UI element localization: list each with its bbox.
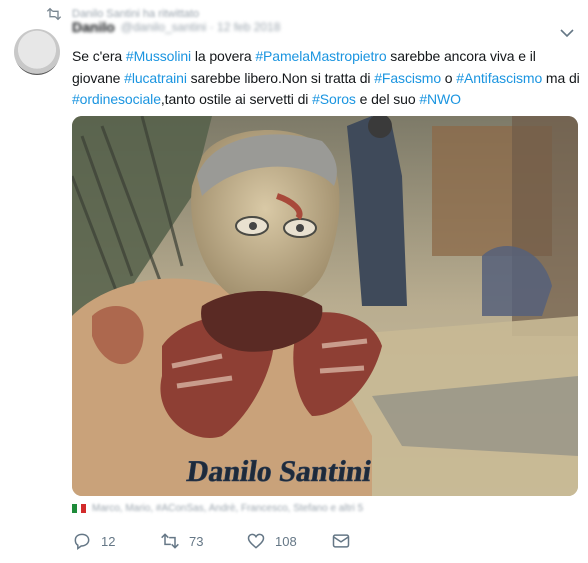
like-count: 108: [275, 533, 297, 549]
direct-message-button[interactable]: [331, 531, 361, 551]
tagged-users-row[interactable]: Marco, Mario, #AConSas, Andrè, Francesco…: [72, 501, 363, 515]
tweet-text-segment: e del suo: [355, 91, 420, 107]
hashtag-link[interactable]: #PamelaMastropietro: [255, 48, 386, 64]
reply-button[interactable]: 12: [72, 531, 160, 551]
caret-down-icon[interactable]: [560, 28, 574, 38]
retweet-icon: [161, 533, 179, 549]
tweet-text-segment: sarebbe libero.Non si tratta di: [186, 69, 375, 86]
hashtag-link[interactable]: #Antifascismo: [456, 70, 542, 86]
tweet-media-image[interactable]: Danilo Santini: [72, 116, 578, 496]
retweet-button[interactable]: 73: [160, 531, 246, 551]
tweet-text-segment: ma di: [542, 69, 580, 86]
tweet-header: Danilo @danilo_santini · 12 feb 2018: [72, 16, 280, 38]
retweet-count: 73: [189, 533, 204, 549]
hashtag-link[interactable]: #NWO: [419, 91, 461, 107]
reply-count: 12: [101, 533, 116, 549]
tweet-text-segment: ,tanto ostile ai servetti di: [160, 91, 313, 107]
author-display-name[interactable]: Danilo: [72, 19, 115, 35]
hashtag-link[interactable]: #lucatraini: [124, 70, 187, 86]
tweet-text-segment: o: [441, 69, 457, 86]
reply-icon: [74, 533, 90, 550]
tweet[interactable]: Danilo Santini ha ritwittato Danilo @dan…: [0, 0, 588, 563]
tweet-text: Se c'era #Mussolini la povera #PamelaMas…: [72, 46, 580, 111]
hashtag-link[interactable]: #ordinesociale: [72, 91, 161, 107]
direct-message-icon: [332, 534, 350, 548]
like-icon: [247, 533, 265, 549]
author-handle[interactable]: @danilo_santini · 12 feb 2018: [121, 20, 281, 34]
media-illustration: Danilo Santini: [72, 116, 578, 496]
italy-flag-icon: [72, 503, 87, 513]
media-signature: Danilo Santini: [185, 454, 374, 488]
tweet-text-segment: Se c'era: [72, 48, 126, 64]
like-button[interactable]: 108: [246, 531, 331, 551]
retweet-context-icon: [46, 7, 62, 21]
tagged-users-text: Marco, Mario, #AConSas, Andrè, Francesco…: [92, 502, 364, 514]
tweet-text-segment: la povera: [191, 48, 256, 64]
hashtag-link[interactable]: #Soros: [312, 91, 356, 107]
tweet-actions: 12 73 108: [72, 529, 361, 553]
avatar[interactable]: [14, 29, 60, 75]
hashtag-link[interactable]: #Mussolini: [126, 48, 191, 64]
hashtag-link[interactable]: #Fascismo: [374, 70, 441, 86]
